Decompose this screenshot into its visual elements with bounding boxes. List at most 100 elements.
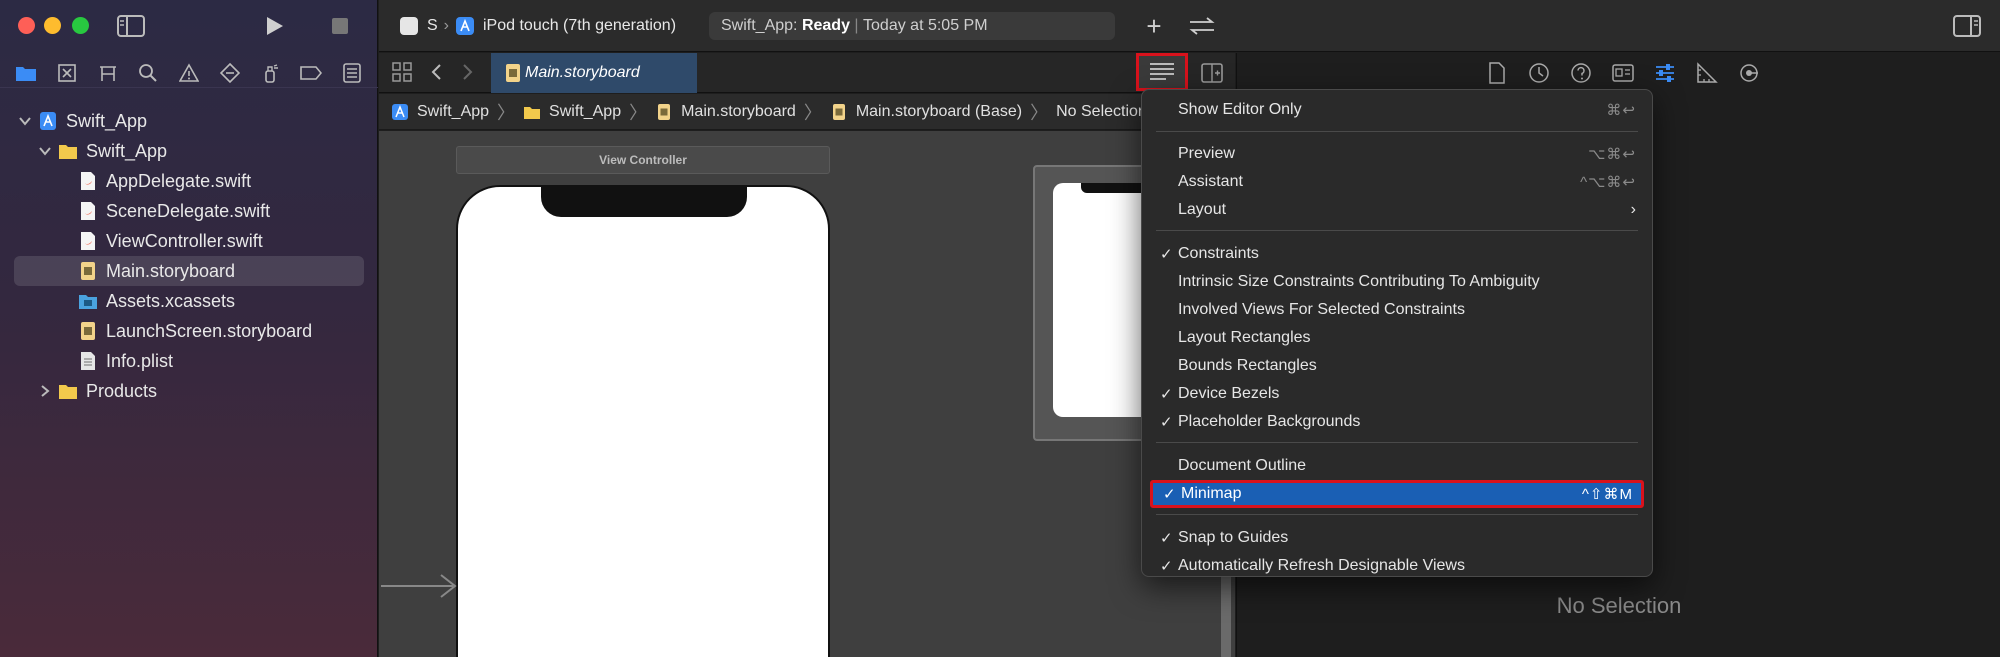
related-items-grid-icon[interactable] [391, 61, 415, 85]
minimize-window-button[interactable] [44, 17, 61, 34]
menu-separator [1156, 131, 1638, 132]
source-control-icon[interactable] [54, 60, 80, 86]
menu-item-label: Show Editor Only [1178, 101, 1302, 118]
tree-item[interactable]: AppDelegate.swift [0, 166, 378, 196]
issue-navigator-warning-icon[interactable] [176, 60, 202, 86]
menu-item-layout-rectangles[interactable]: Layout Rectangles [1150, 324, 1644, 352]
menu-item-bounds-rectangles[interactable]: Bounds Rectangles [1150, 352, 1644, 380]
menu-item-constraints[interactable]: ✓ Constraints [1150, 240, 1644, 268]
breadcrumb-label: Main.storyboard [681, 102, 796, 120]
breadcrumb-item[interactable]: Swift_App [391, 103, 489, 121]
menu-item-assistant[interactable]: Assistant ^⌥⌘↩ [1150, 168, 1644, 196]
menu-item-preview[interactable]: Preview ⌥⌘↩ [1150, 140, 1644, 168]
zoom-window-button[interactable] [72, 17, 89, 34]
status-app-name: Swift_App: [721, 17, 798, 34]
menu-item-label: Placeholder Backgrounds [1178, 413, 1361, 430]
checkmark-icon: ✓ [1160, 558, 1173, 575]
tree-item-label: LaunchScreen.storyboard [106, 320, 313, 341]
menu-item-placeholder-backgrounds[interactable]: ✓ Placeholder Backgrounds [1150, 408, 1644, 436]
menu-item-involved-views-for-selected-constraints[interactable]: Involved Views For Selected Constraints [1150, 296, 1644, 324]
report-navigator-icon[interactable] [339, 60, 365, 86]
menu-item-label: Constraints [1178, 245, 1259, 262]
breadcrumb-item[interactable]: Swift_App [523, 103, 621, 121]
history-clock-icon[interactable] [1527, 61, 1551, 85]
run-icon[interactable] [260, 12, 288, 40]
storyboard-icon [81, 322, 95, 340]
menu-item-label: Device Bezels [1178, 385, 1280, 402]
editor-options-lines-icon[interactable] [1136, 53, 1188, 91]
breadcrumb-label: Swift_App [417, 102, 490, 120]
chevron-down-icon[interactable] [38, 144, 52, 158]
find-navigator-search-icon[interactable] [135, 60, 161, 86]
breadcrumb-item[interactable]: Main.storyboard [655, 103, 796, 121]
breadcrumb-label: Main.storyboard (Base) [855, 102, 1023, 120]
debug-navigator-spray-icon[interactable] [257, 60, 283, 86]
project-navigator-folder-icon[interactable] [13, 60, 39, 86]
tree-item[interactable]: Products [0, 376, 378, 406]
stop-icon[interactable] [326, 12, 354, 40]
breadcrumb-item[interactable]: Main.storyboard (Base) [830, 103, 1022, 121]
tree-item[interactable]: Assets.xcassets [0, 286, 378, 316]
swift-file-icon [81, 202, 95, 220]
canvas-scrollbar[interactable] [1221, 571, 1231, 657]
menu-item-label: Snap to Guides [1178, 529, 1289, 546]
back-chevron-icon[interactable] [429, 61, 449, 85]
test-navigator-diamond-icon[interactable] [217, 60, 243, 86]
tab-label: Main.storyboard [525, 64, 640, 81]
menu-item-device-bezels[interactable]: ✓ Device Bezels [1150, 380, 1644, 408]
chevron-right-icon[interactable] [38, 384, 52, 398]
menu-item-layout[interactable]: Layout › [1150, 196, 1644, 224]
editor-tab-bar: Main.storyboard [379, 53, 1235, 93]
attributes-inspector-sliders-icon[interactable] [1653, 61, 1677, 85]
navigator-sidebar: Swift_App Swift_App AppDelegate.swift Scene… [0, 0, 378, 657]
menu-item-label: Assistant [1178, 173, 1243, 190]
file-inspector-icon[interactable] [1485, 61, 1509, 85]
close-window-button[interactable] [18, 17, 35, 34]
add-editor-split-icon[interactable] [1199, 61, 1225, 85]
library-plus-icon[interactable]: + [1139, 11, 1169, 41]
menu-item-minimap[interactable]: ✓ Minimap ^⇧⌘M [1150, 480, 1644, 508]
scheme-selector[interactable]: S › iPod touch (7th generation) [399, 14, 676, 38]
chevron-down-icon[interactable] [18, 114, 32, 128]
folder-icon [59, 385, 77, 399]
connections-inspector-icon[interactable] [1737, 61, 1761, 85]
tree-item[interactable]: Main.storyboard [14, 256, 364, 286]
tree-item[interactable]: SceneDelegate.swift [0, 196, 378, 226]
menu-item-automatically-refresh-designable-views[interactable]: ✓ Automatically Refresh Designable Views [1150, 552, 1644, 580]
tree-item[interactable]: LaunchScreen.storyboard [0, 316, 378, 346]
menu-item-document-outline[interactable]: Document Outline [1150, 452, 1644, 480]
menu-item-show-editor-only[interactable]: Show Editor Only ⌘↩ [1150, 96, 1644, 124]
identity-inspector-icon[interactable] [1611, 61, 1635, 85]
code-review-arrows-icon[interactable] [1185, 12, 1219, 40]
breadcrumb-separator-icon: 〉 [803, 102, 822, 123]
tree-item[interactable]: Info.plist [0, 346, 378, 376]
entry-point-arrow-icon[interactable] [379, 571, 459, 601]
inspector-toggle-icon[interactable] [1952, 14, 1982, 38]
folder-icon [59, 145, 77, 159]
sidebar-toggle-icon[interactable] [116, 14, 146, 38]
scene-title-bar[interactable]: View Controller [456, 146, 830, 174]
symbol-navigator-icon[interactable] [95, 60, 121, 86]
forward-chevron-icon[interactable] [459, 61, 479, 85]
menu-item-snap-to-guides[interactable]: ✓ Snap to Guides [1150, 524, 1644, 552]
tab-main-storyboard[interactable]: Main.storyboard [491, 53, 697, 93]
assets-icon [79, 295, 97, 309]
storyboard-icon [506, 64, 520, 82]
menu-item-label: Minimap [1181, 485, 1242, 502]
tree-item[interactable]: Swift_App [0, 106, 378, 136]
project-icon [392, 103, 408, 120]
menu-item-label: Preview [1178, 145, 1235, 162]
toolbar: S › iPod touch (7th generation) Swift_Ap… [379, 0, 2000, 52]
tree-item-label: AppDelegate.swift [106, 170, 252, 191]
menu-item-intrinsic-size-constraints-contributing-to-ambiguity[interactable]: Intrinsic Size Constraints Contributing … [1150, 268, 1644, 296]
breakpoint-navigator-icon[interactable] [298, 60, 324, 86]
tree-item[interactable]: ViewController.swift [0, 226, 378, 256]
inspector-tabs [1485, 61, 1761, 87]
help-question-icon[interactable] [1569, 61, 1593, 85]
breadcrumb-item[interactable]: No Selection [1056, 103, 1147, 121]
size-inspector-ruler-icon[interactable] [1695, 61, 1719, 85]
tree-item[interactable]: Swift_App [0, 136, 378, 166]
storyboard-canvas[interactable]: View Controller [379, 131, 1253, 657]
view-controller-device[interactable] [456, 185, 830, 657]
tree-item-label: Assets.xcassets [106, 290, 236, 311]
